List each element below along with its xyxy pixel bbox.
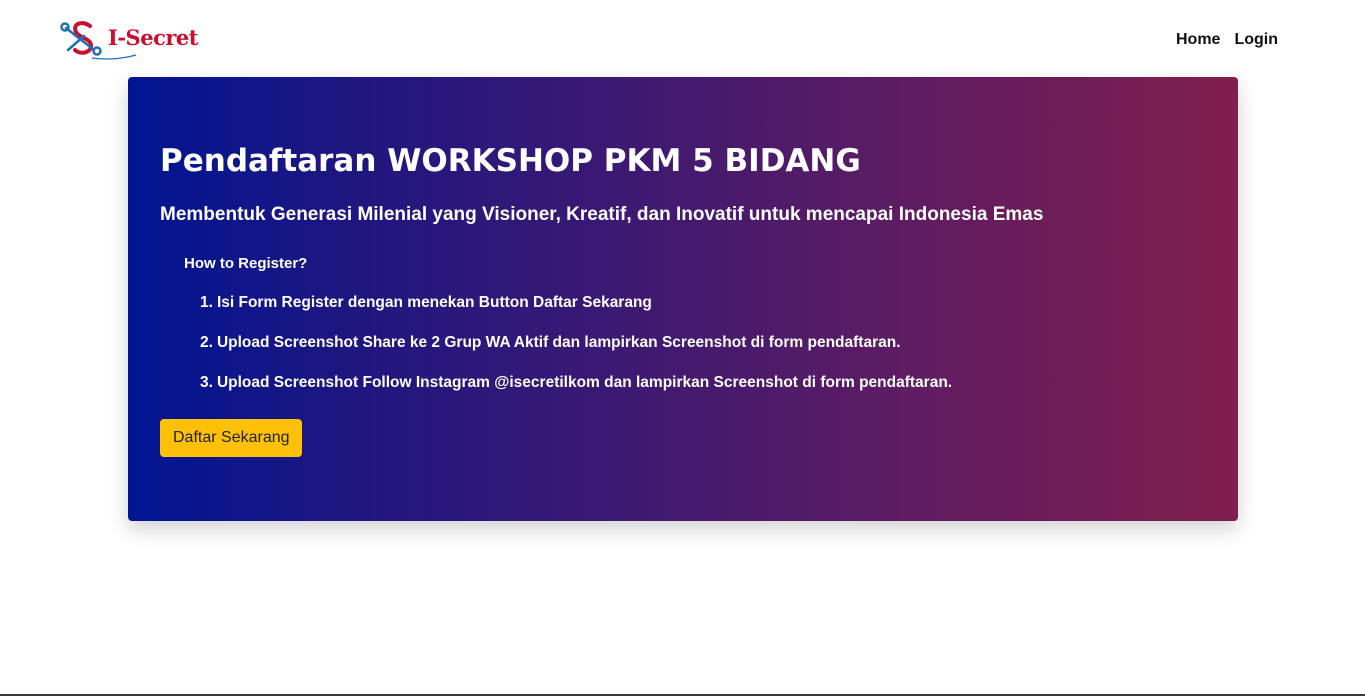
daftar-sekarang-button[interactable]: Daftar Sekarang	[160, 419, 302, 457]
scissors-s-logo-icon	[60, 21, 102, 56]
nav-links: Home Login	[1176, 29, 1278, 51]
how-to-register-heading: How to Register?	[184, 255, 308, 272]
step-number: 3.	[200, 374, 213, 391]
nav-home-link[interactable]: Home	[1176, 29, 1220, 51]
step-text: Upload Screenshot Follow Instagram @isec…	[216, 374, 953, 391]
register-steps-list: 1. Isi Form Register dengan menekan Butto…	[200, 293, 952, 413]
brand-name: I-Secret	[108, 24, 198, 50]
register-step-1: 1. Isi Form Register dengan menekan Butto…	[200, 293, 952, 333]
nav-login-link[interactable]: Login	[1234, 29, 1278, 51]
step-number: 2.	[200, 334, 213, 351]
register-step-3: 3. Upload Screenshot Follow Instagram @is…	[200, 373, 952, 413]
step-text: Isi Form Register dengan menekan Button …	[216, 294, 652, 311]
hero-subtitle: Membentuk Generasi Milenial yang Visione…	[160, 204, 1044, 225]
register-step-2: 2. Upload Screenshot Share ke 2 Grup WA A…	[200, 333, 952, 373]
navbar: I-Secret Home Login	[0, 0, 1365, 77]
hero-banner: Pendaftaran WORKSHOP PKM 5 BIDANG Memben…	[128, 77, 1238, 521]
brand-swoosh-icon	[91, 54, 137, 60]
step-number: 1.	[200, 294, 213, 311]
hero-title: Pendaftaran WORKSHOP PKM 5 BIDANG	[160, 143, 861, 179]
page: I-Secret Home Login Pendaftaran WORKSHOP…	[0, 0, 1365, 696]
brand-logo-link[interactable]: I-Secret	[60, 20, 198, 60]
step-text: Upload Screenshot Share ke 2 Grup WA Akt…	[216, 334, 901, 351]
